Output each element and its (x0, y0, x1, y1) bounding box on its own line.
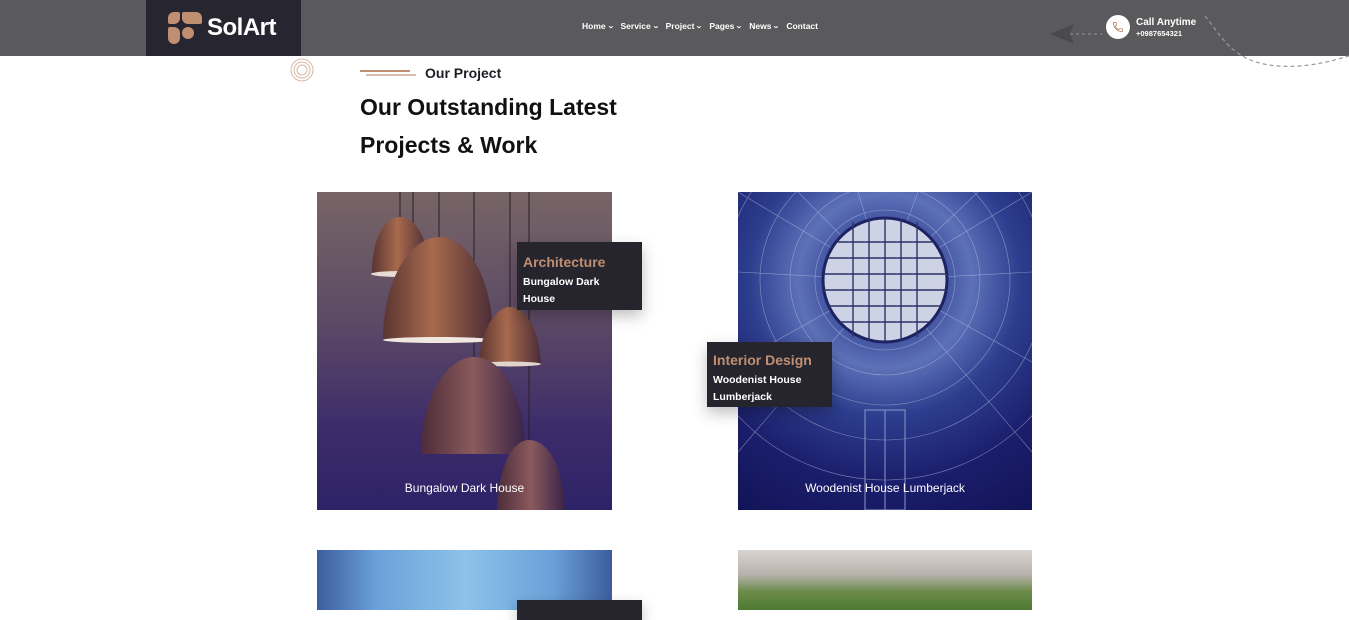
tag-lines-decoration (360, 70, 416, 76)
project-title: Woodenist House Lumberjack (713, 374, 802, 403)
section-tag: Our Project (360, 65, 501, 81)
chevron-down-icon: ⌄ (695, 23, 704, 30)
project-info-bungalow[interactable]: Architecture Bungalow Dark House (517, 242, 642, 310)
section-tag-label: Our Project (425, 65, 502, 81)
project-card-bungalow[interactable]: Bungalow Dark House (317, 192, 612, 510)
logo[interactable]: SolArt (146, 0, 301, 56)
chevron-down-icon: ⌄ (772, 23, 781, 30)
chevron-down-icon: ⌄ (735, 23, 744, 30)
nav-item-label: Pages (709, 21, 735, 31)
project-card-caption: Woodenist House Lumberjack (805, 481, 965, 495)
nav-item-project[interactable]: Project ⌄ (665, 21, 704, 31)
project-title: Bungalow Dark House (523, 276, 600, 305)
project-category: Architecture (523, 254, 606, 270)
nav-item-label: Contact (786, 21, 818, 31)
nav-item-label: Service (620, 21, 651, 31)
main-nav: Home ⌄ Service ⌄ Project ⌄ Pages ⌄ News ⌄ Con… (582, 21, 825, 31)
dashed-arrow-decoration (1050, 15, 1349, 67)
nav-item-label: News (749, 21, 772, 31)
nav-item-service[interactable]: Service ⌄ (620, 21, 660, 31)
nav-item-label: Home (582, 21, 606, 31)
project-card-4[interactable] (738, 550, 1032, 610)
nav-item-label: Project (665, 21, 695, 31)
logo-text: SolArt (207, 14, 277, 41)
section-title-line1: Our Outstanding Latest (360, 94, 617, 120)
lamps-image (371, 192, 565, 510)
nav-item-pages[interactable]: Pages ⌄ (709, 21, 744, 31)
section-title: Our Outstanding Latest Projects & Work (360, 88, 680, 164)
logo-mark-icon (167, 11, 203, 45)
project-info-card-3[interactable] (517, 600, 642, 620)
circle-decoration (290, 58, 314, 82)
nav-item-news[interactable]: News ⌄ (749, 21, 781, 31)
project-card-caption: Bungalow Dark House (404, 481, 525, 495)
chevron-down-icon: ⌄ (651, 23, 660, 30)
section-title-line2: Projects & Work (360, 132, 538, 158)
project-info-woodenist[interactable]: Interior Design Woodenist House Lumberja… (707, 342, 832, 407)
chevron-down-icon: ⌄ (606, 23, 615, 30)
project-category: Interior Design (713, 352, 812, 368)
nav-item-home[interactable]: Home ⌄ (582, 21, 614, 31)
nav-item-contact[interactable]: Contact (786, 21, 818, 31)
